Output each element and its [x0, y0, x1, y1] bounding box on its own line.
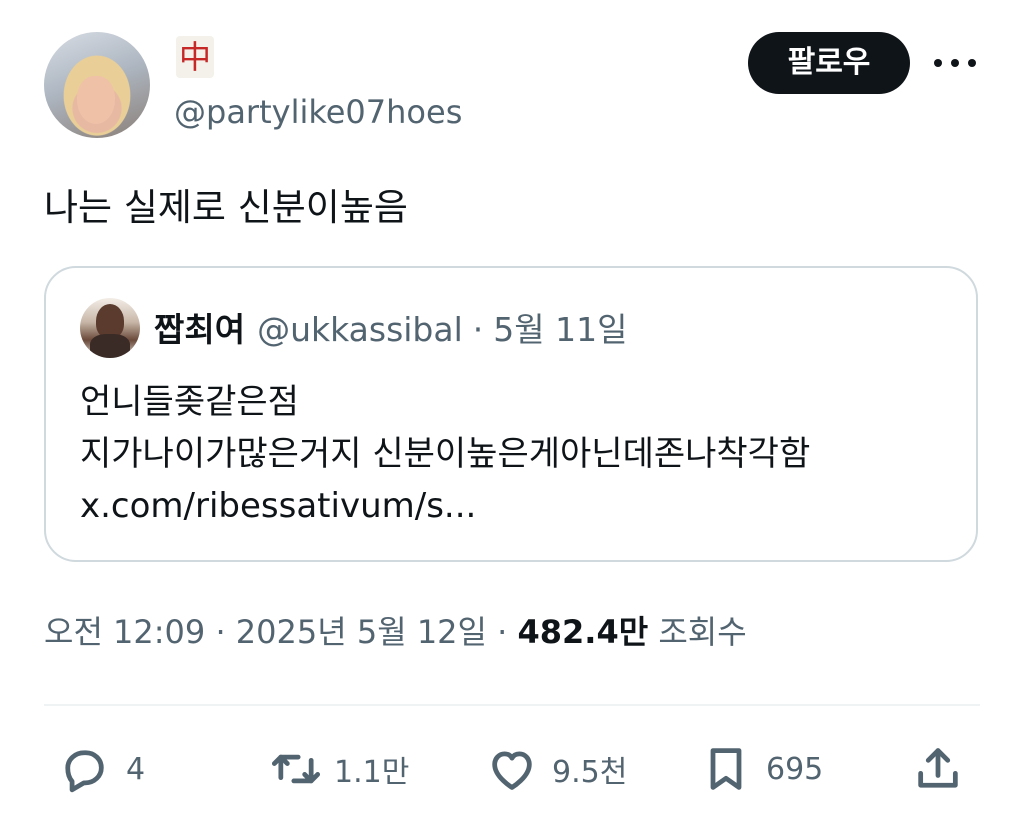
quoted-tweet-date: 5월 11일: [493, 310, 628, 349]
quoted-line: 언니들좆같은점: [80, 382, 299, 422]
author-avatar[interactable]: [44, 32, 150, 138]
reply-icon: [65, 750, 104, 793]
quoted-link[interactable]: x.com/ribessativum/s...: [80, 480, 960, 532]
quoted-tweet-body: 언니들좆같은점 지가나이가많은거지 신분이높은게아닌데존나착각함 x.com/r…: [80, 376, 960, 532]
views-count: 482.4만: [517, 613, 649, 651]
share-button[interactable]: [912, 742, 964, 796]
quoted-author-handle: @ukkassibal: [257, 310, 463, 349]
tweet-date[interactable]: 2025년 5월 12일: [236, 613, 487, 651]
tweet-text: 나는 실제로 신분이높음: [44, 186, 408, 229]
quoted-author-avatar: [80, 298, 140, 358]
like-count: 9.5천: [552, 755, 628, 790]
share-icon: [918, 748, 958, 788]
reply-count: 4: [126, 751, 146, 787]
retweet-button[interactable]: 1.1만: [270, 742, 409, 796]
meta-separator: ·: [215, 613, 236, 651]
like-button[interactable]: 9.5천: [486, 742, 627, 796]
retweet-icon: [271, 754, 321, 784]
retweet-count: 1.1만: [334, 755, 410, 790]
author-handle[interactable]: @partylike07hoes: [174, 92, 462, 132]
more-options-icon[interactable]: [930, 48, 980, 78]
author-display-name[interactable]: 中: [176, 36, 214, 78]
divider: [44, 704, 980, 706]
avatar-face: [77, 76, 115, 124]
bookmark-icon: [710, 748, 742, 790]
bookmark-button[interactable]: 695: [700, 742, 823, 796]
meta-separator: ·: [497, 613, 518, 651]
quoted-line: 지가나이가많은거지 신분이높은게아닌데존나착각함: [80, 434, 811, 474]
reply-button[interactable]: 4: [58, 742, 145, 796]
quoted-tweet-header: 짭최여 @ukkassibal · 5월 11일: [154, 308, 627, 352]
quoted-dot-separator: ·: [472, 310, 484, 349]
views-label: 조회수: [658, 613, 747, 651]
heart-icon: [492, 751, 532, 790]
tweet-metadata: 오전 12:09 · 2025년 5월 12일 · 482.4만 조회수: [44, 610, 747, 654]
quoted-author-name: 짭최여: [154, 310, 246, 349]
bookmark-count: 695: [766, 751, 824, 787]
follow-button[interactable]: 팔로우: [748, 32, 910, 94]
quoted-tweet-card[interactable]: 짭최여 @ukkassibal · 5월 11일 언니들좆같은점 지가나이가많은거지 …: [44, 266, 978, 562]
tweet-time[interactable]: 오전 12:09: [44, 613, 205, 651]
